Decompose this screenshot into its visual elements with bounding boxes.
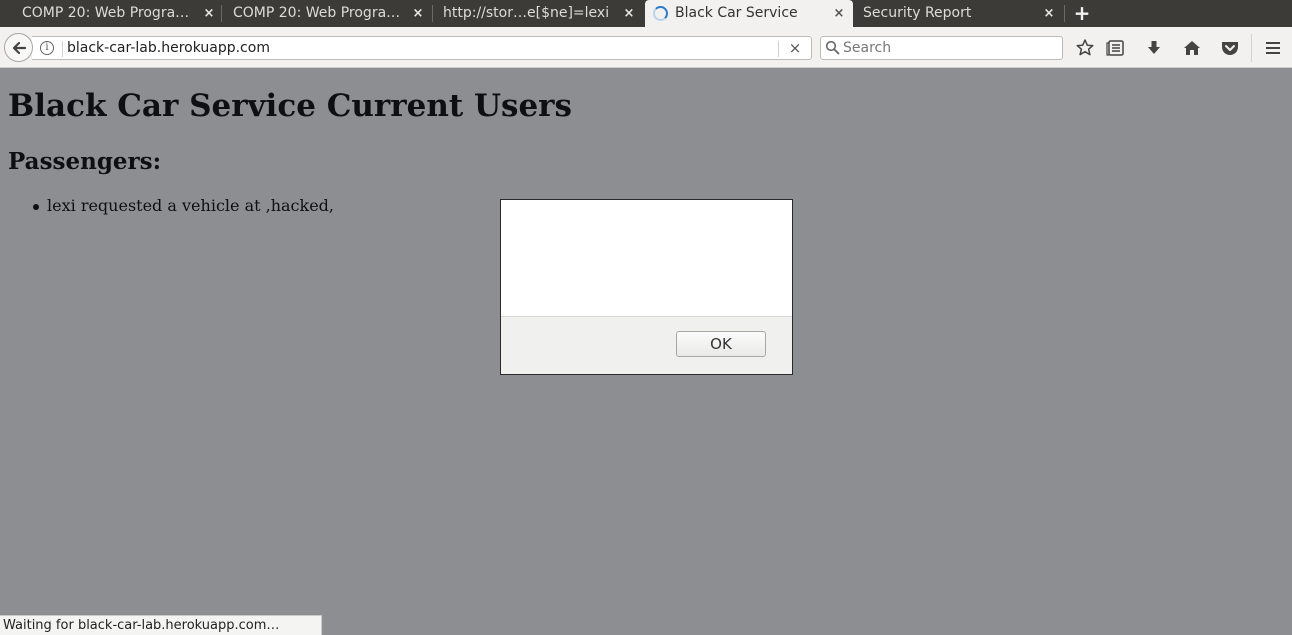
- back-arrow-icon: [12, 41, 27, 55]
- tab-close-icon[interactable]: ×: [1041, 0, 1057, 27]
- stop-loading-icon[interactable]: ×: [784, 37, 806, 59]
- tab-black-car-service[interactable]: Black Car Service ×: [645, 0, 853, 27]
- tab-security-report[interactable]: Security Report ×: [853, 0, 1063, 27]
- tab-close-icon[interactable]: ×: [201, 0, 217, 27]
- menu-icon[interactable]: [1262, 37, 1284, 59]
- search-bar[interactable]: [820, 36, 1063, 60]
- downloads-icon[interactable]: [1143, 37, 1165, 59]
- reading-list-icon[interactable]: [1105, 37, 1127, 59]
- url-bar[interactable]: i ×: [32, 36, 812, 60]
- search-icon: [825, 40, 840, 55]
- tab-injection-url[interactable]: http://stor…e[$ne]=lexi ×: [433, 0, 643, 27]
- loading-spinner-icon: [653, 6, 668, 21]
- tab-title: COMP 20: Web Progra…: [22, 5, 190, 21]
- site-info-icon[interactable]: i: [40, 41, 54, 55]
- tab-separator: [1064, 5, 1065, 22]
- url-divider: [62, 41, 63, 57]
- new-tab-button[interactable]: +: [1070, 0, 1094, 27]
- bookmark-star-icon[interactable]: [1074, 37, 1096, 59]
- tab-title: Security Report: [863, 5, 972, 21]
- url-divider: [778, 41, 779, 57]
- alert-footer: OK: [501, 316, 792, 374]
- tab-close-icon[interactable]: ×: [831, 0, 847, 27]
- tab-close-icon[interactable]: ×: [621, 0, 637, 27]
- toolbar-separator: [1251, 34, 1252, 62]
- alert-dialog: OK: [500, 199, 793, 375]
- tab-close-icon[interactable]: ×: [410, 0, 426, 27]
- tab-title: http://stor…e[$ne]=lexi: [443, 5, 610, 21]
- url-input[interactable]: [67, 37, 767, 59]
- tab-strip: COMP 20: Web Progra… × COMP 20: Web Prog…: [0, 0, 1292, 27]
- ok-button[interactable]: OK: [676, 331, 766, 357]
- back-button[interactable]: [4, 33, 33, 62]
- tab-title: Black Car Service: [675, 5, 798, 21]
- pocket-icon[interactable]: [1219, 37, 1241, 59]
- tab-comp20-2[interactable]: COMP 20: Web Progra… ×: [222, 0, 432, 27]
- tab-title: COMP 20: Web Progra…: [233, 5, 401, 21]
- navigation-toolbar: i ×: [0, 27, 1292, 68]
- tab-comp20-1[interactable]: COMP 20: Web Progra… ×: [10, 0, 220, 27]
- home-icon[interactable]: [1181, 37, 1203, 59]
- status-bar: Waiting for black-car-lab.herokuapp.com…: [0, 615, 322, 635]
- alert-message: [501, 200, 792, 316]
- search-input[interactable]: [843, 37, 1058, 59]
